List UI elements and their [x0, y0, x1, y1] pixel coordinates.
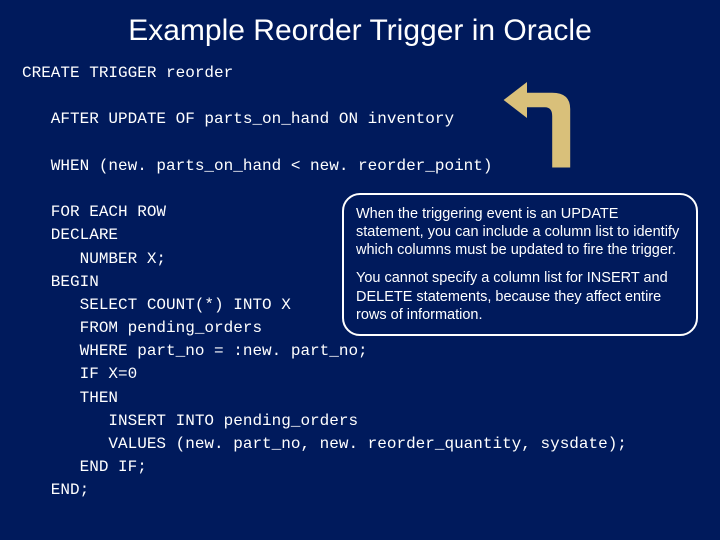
- code-line: CREATE TRIGGER reorder: [22, 64, 233, 82]
- code-line: IF X=0: [22, 365, 137, 383]
- code-line: SELECT COUNT(*) INTO X: [22, 296, 291, 314]
- code-line: NUMBER X;: [22, 250, 166, 268]
- callout-box: When the triggering event is an UPDATE s…: [342, 193, 698, 336]
- callout-paragraph: When the triggering event is an UPDATE s…: [356, 205, 684, 259]
- code-line: VALUES (new. part_no, new. reorder_quant…: [22, 435, 627, 453]
- code-line: WHERE part_no = :new. part_no;: [22, 342, 368, 360]
- callout-paragraph: You cannot specify a column list for INS…: [356, 269, 684, 323]
- code-line: END IF;: [22, 458, 147, 476]
- slide: Example Reorder Trigger in Oracle CREATE…: [0, 0, 720, 540]
- code-line: BEGIN: [22, 273, 99, 291]
- code-line: DECLARE: [22, 226, 118, 244]
- code-line: AFTER UPDATE OF parts_on_hand ON invento…: [22, 110, 454, 128]
- code-line: FROM pending_orders: [22, 319, 262, 337]
- code-line: END;: [22, 481, 89, 499]
- code-line: WHEN (new. parts_on_hand < new. reorder_…: [22, 157, 492, 175]
- page-title: Example Reorder Trigger in Oracle: [0, 14, 720, 48]
- code-line: THEN: [22, 389, 118, 407]
- code-line: INSERT INTO pending_orders: [22, 412, 358, 430]
- code-line: FOR EACH ROW: [22, 203, 166, 221]
